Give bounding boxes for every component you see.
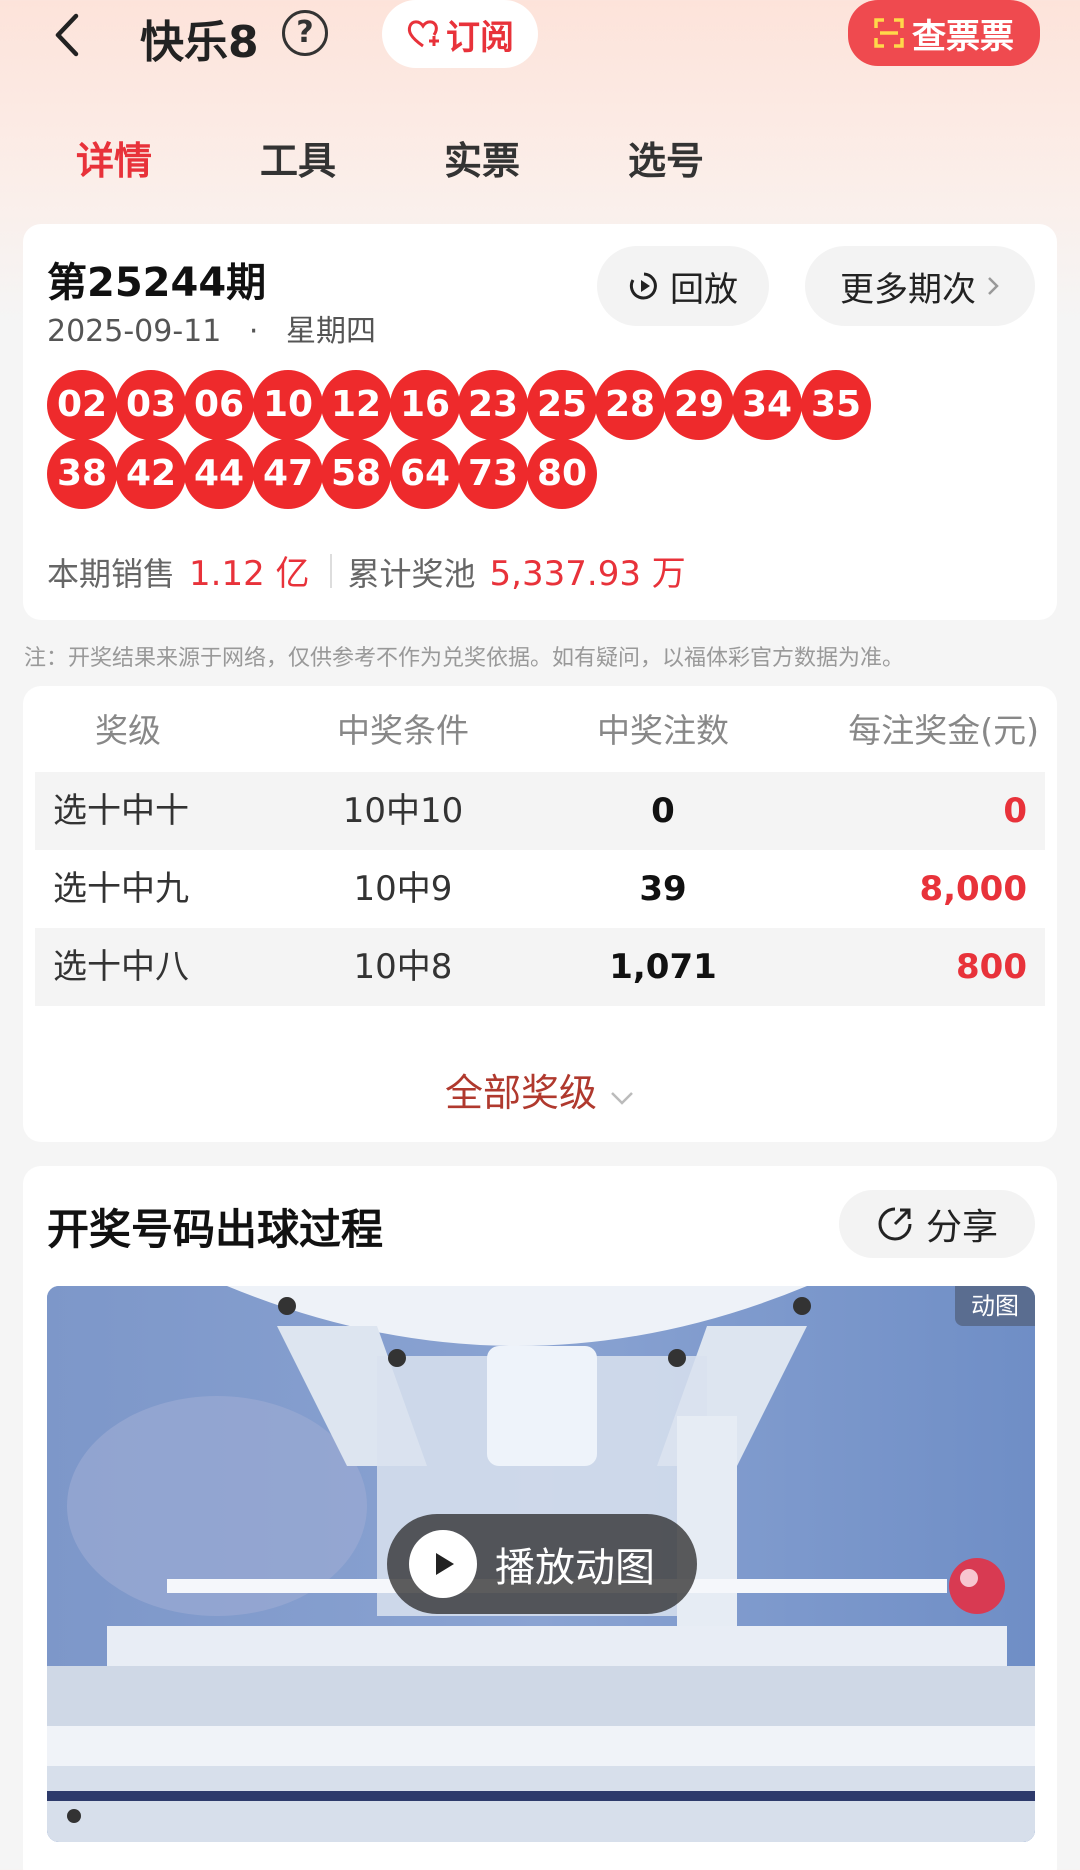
more-issues-label: 更多期次 bbox=[840, 269, 976, 310]
section-title: 开奖号码出球过程 bbox=[47, 1205, 384, 1254]
tab-details[interactable]: 详情 bbox=[76, 130, 152, 185]
number-ball: 47 bbox=[253, 439, 323, 509]
issue-date: 2025-09-11 bbox=[47, 314, 222, 349]
header-condition: 中奖条件 bbox=[337, 711, 469, 750]
back-arrow-icon[interactable] bbox=[48, 10, 88, 60]
number-ball: 03 bbox=[116, 370, 186, 440]
play-icon bbox=[409, 1530, 477, 1598]
number-ball: 73 bbox=[458, 439, 528, 509]
scan-icon bbox=[874, 18, 904, 48]
prize-level: 选十中九 bbox=[53, 869, 189, 909]
prize-table-header: 奖级 中奖条件 中奖注数 每注奖金(元) bbox=[23, 704, 1057, 760]
draw-video[interactable]: 动图 播放动图 bbox=[47, 1286, 1035, 1842]
number-ball: 16 bbox=[390, 370, 460, 440]
check-ticket-label: 查票票 bbox=[912, 16, 1014, 57]
prize-level: 选十中十 bbox=[53, 791, 189, 831]
tab-real-tickets[interactable]: 实票 bbox=[444, 130, 520, 185]
table-row: 选十中八 10中8 1,071 800 bbox=[35, 928, 1045, 1006]
issue-weekday: 星期四 bbox=[286, 314, 376, 349]
subscribe-button[interactable]: 订阅 bbox=[382, 0, 538, 68]
prize-amount: 8,000 bbox=[919, 869, 1027, 909]
number-ball: 28 bbox=[595, 370, 665, 440]
help-icon[interactable]: ? bbox=[282, 10, 328, 56]
table-row: 选十中九 10中9 39 8,000 bbox=[35, 850, 1045, 928]
number-ball: 80 bbox=[527, 439, 597, 509]
chevron-right-icon bbox=[988, 277, 999, 295]
top-bar: 快乐8 ? 订阅 查票票 bbox=[0, 0, 1080, 80]
number-ball: 58 bbox=[321, 439, 391, 509]
check-ticket-button[interactable]: 查票票 bbox=[848, 0, 1040, 66]
pool-label: 累计奖池 bbox=[347, 555, 476, 593]
header-prize: 每注奖金(元) bbox=[848, 711, 1039, 750]
number-ball: 42 bbox=[116, 439, 186, 509]
prize-table-card: 奖级 中奖条件 中奖注数 每注奖金(元) 选十中十 10中10 0 0 选十中九… bbox=[23, 686, 1057, 1142]
prize-condition: 10中9 bbox=[353, 869, 453, 909]
play-gif-button[interactable]: 播放动图 bbox=[387, 1514, 697, 1614]
number-ball: 64 bbox=[390, 439, 460, 509]
tab-pick-numbers[interactable]: 选号 bbox=[628, 130, 704, 185]
draw-process-card: 开奖号码出球过程 分享 动图 播放动图 bbox=[23, 1166, 1057, 1870]
replay-label: 回放 bbox=[670, 269, 738, 310]
date-separator: · bbox=[248, 314, 259, 349]
prize-winners: 39 bbox=[639, 869, 687, 909]
more-issues-button[interactable]: 更多期次 bbox=[805, 246, 1035, 326]
prize-winners: 0 bbox=[651, 791, 675, 831]
play-label: 播放动图 bbox=[495, 1545, 655, 1591]
replay-button[interactable]: 回放 bbox=[597, 246, 769, 326]
sales-value: 1.12 亿 bbox=[189, 554, 310, 594]
all-levels-label: 全部奖级 bbox=[444, 1071, 597, 1115]
number-ball: 12 bbox=[321, 370, 391, 440]
share-label: 分享 bbox=[925, 1207, 998, 1248]
divider bbox=[329, 553, 332, 588]
share-icon bbox=[878, 1207, 912, 1241]
sales-label: 本期销售 bbox=[47, 555, 176, 593]
prize-condition: 10中8 bbox=[353, 947, 453, 987]
number-ball: 06 bbox=[184, 370, 254, 440]
heart-plus-icon bbox=[407, 20, 439, 48]
prize-amount: 0 bbox=[1003, 791, 1027, 831]
number-ball: 02 bbox=[47, 370, 117, 440]
issue-date-line: 2025-09-11 · 星期四 bbox=[47, 306, 394, 350]
number-ball: 44 bbox=[184, 439, 254, 509]
header-level: 奖级 bbox=[95, 711, 161, 750]
number-ball: 35 bbox=[801, 370, 871, 440]
prize-condition: 10中10 bbox=[342, 791, 464, 831]
prize-amount: 800 bbox=[956, 947, 1027, 987]
table-row: 选十中十 10中10 0 0 bbox=[35, 772, 1045, 850]
subscribe-label: 订阅 bbox=[446, 17, 514, 58]
replay-icon bbox=[629, 272, 657, 300]
number-ball: 29 bbox=[664, 370, 734, 440]
share-button[interactable]: 分享 bbox=[839, 1190, 1035, 1258]
pool-value: 5,337.93 万 bbox=[489, 554, 686, 594]
all-levels-button[interactable]: 全部奖级 bbox=[23, 1062, 1057, 1117]
tab-tools[interactable]: 工具 bbox=[260, 130, 336, 185]
tab-bar: 详情 工具 实票 选号 bbox=[0, 130, 1080, 200]
number-ball: 34 bbox=[732, 370, 802, 440]
issue-card: 第25244期 2025-09-11 · 星期四 回放 更多期次 02 03 06 1… bbox=[23, 224, 1057, 620]
prize-winners: 1,071 bbox=[609, 947, 717, 987]
chevron-down-icon bbox=[611, 1092, 633, 1105]
issue-number: 第25244期 bbox=[47, 260, 267, 306]
page-title: 快乐8 bbox=[140, 17, 259, 68]
number-ball: 23 bbox=[458, 370, 528, 440]
number-ball: 25 bbox=[527, 370, 597, 440]
prize-level: 选十中八 bbox=[53, 947, 189, 987]
sales-summary: 本期销售 1.12 亿 累计奖池 5,337.93 万 bbox=[47, 546, 686, 595]
number-ball: 38 bbox=[47, 439, 117, 509]
gif-badge: 动图 bbox=[955, 1286, 1035, 1326]
disclaimer-note: 注：开奖结果来源于网络，仅供参考不作为兑奖依据。如有疑问，以福体彩官方数据为准。 bbox=[24, 646, 905, 671]
number-ball: 10 bbox=[253, 370, 323, 440]
header-winners: 中奖注数 bbox=[597, 711, 729, 750]
